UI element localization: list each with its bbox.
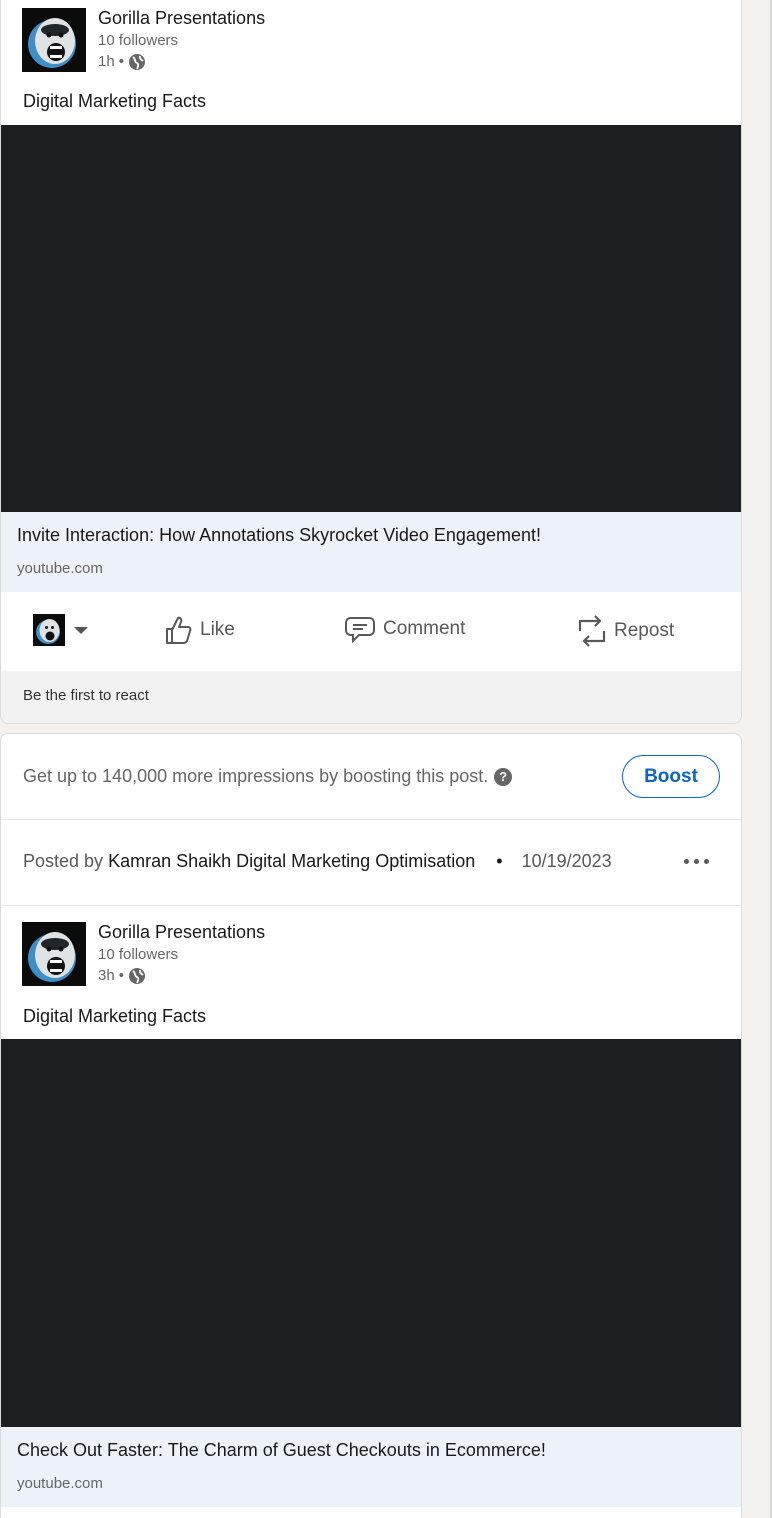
react-prompt: Be the first to react [23,687,149,704]
gorilla-logo-small [33,614,65,646]
comment-label: Comment [383,618,466,639]
repost-icon [578,615,606,647]
link-domain: youtube.com [17,560,103,577]
post-date: 10/19/2023 [521,851,612,871]
boost-banner: Get up to 140,000 more impressions by bo… [1,734,741,820]
company-logo[interactable] [22,922,86,986]
boost-button[interactable]: Boost [622,755,720,798]
link-preview[interactable]: Check Out Faster: The Charm of Guest Che… [1,1427,741,1507]
post-time-row: 3h • [98,966,265,986]
like-label: Like [200,619,235,640]
author-name[interactable]: Gorilla Presentations [98,6,265,30]
post-header: Gorilla Presentations 10 followers 1h • [22,8,265,72]
video-player[interactable] [1,125,741,512]
repost-label: Repost [614,620,675,641]
repost-button[interactable]: Repost [578,615,674,647]
boost-text: Get up to 140,000 more impressions by bo… [23,766,489,786]
reactions-bar: Be the first to react [1,671,741,723]
author-name[interactable]: Gorilla Presentations [98,920,265,944]
globe-icon [128,968,145,984]
gorilla-logo [22,8,86,72]
posted-by-row: Posted by Kamran Shaikh Digital Marketin… [1,820,741,906]
post-text: Digital Marketing Facts [23,1006,207,1026]
boost-text-row: Get up to 140,000 more impressions by bo… [23,766,513,787]
link-title[interactable]: Invite Interaction: How Annotations Skyr… [17,525,541,546]
post-text: Digital Marketing Facts [23,91,207,111]
more-icon[interactable] [684,859,709,864]
separator: • [496,851,503,871]
post-meta: Gorilla Presentations 10 followers 3h • [98,922,265,986]
follower-count: 10 followers [98,946,179,963]
posted-by-text: Posted by Kamran Shaikh Digital Marketin… [23,851,612,872]
poster-name[interactable]: Kamran Shaikh Digital Marketing Optimisa… [108,851,475,871]
post-meta: Gorilla Presentations 10 followers 1h • [98,8,265,72]
link-domain: youtube.com [17,1475,103,1492]
feed-post-card: Get up to 140,000 more impressions by bo… [0,733,742,1518]
comment-button[interactable]: Comment [345,615,465,643]
post-time: 1h [98,53,115,70]
gorilla-logo [22,922,86,986]
like-icon [166,616,192,644]
video-player[interactable] [1,1039,741,1427]
actor-avatar[interactable] [33,614,65,646]
company-logo[interactable] [22,8,86,72]
social-actions-bar: Like Comment Repost [1,591,741,671]
post-time: 3h [98,967,115,984]
chevron-down-icon[interactable] [74,627,88,634]
post-time-row: 1h • [98,52,265,72]
follower-count: 10 followers [98,32,179,49]
feed-post-card: Gorilla Presentations 10 followers 1h • … [0,0,742,724]
link-preview[interactable]: Invite Interaction: How Annotations Skyr… [1,512,741,592]
post-header: Gorilla Presentations 10 followers 3h • [22,922,265,986]
separator: • [118,967,124,984]
posted-by-label: Posted by [23,851,104,871]
globe-icon [128,54,145,70]
link-title[interactable]: Check Out Faster: The Charm of Guest Che… [17,1440,546,1461]
comment-icon [345,617,375,643]
separator: • [118,53,124,70]
help-icon[interactable]: ? [494,767,513,786]
scrollbar-track[interactable] [742,0,772,1518]
like-button[interactable]: Like [164,615,235,645]
